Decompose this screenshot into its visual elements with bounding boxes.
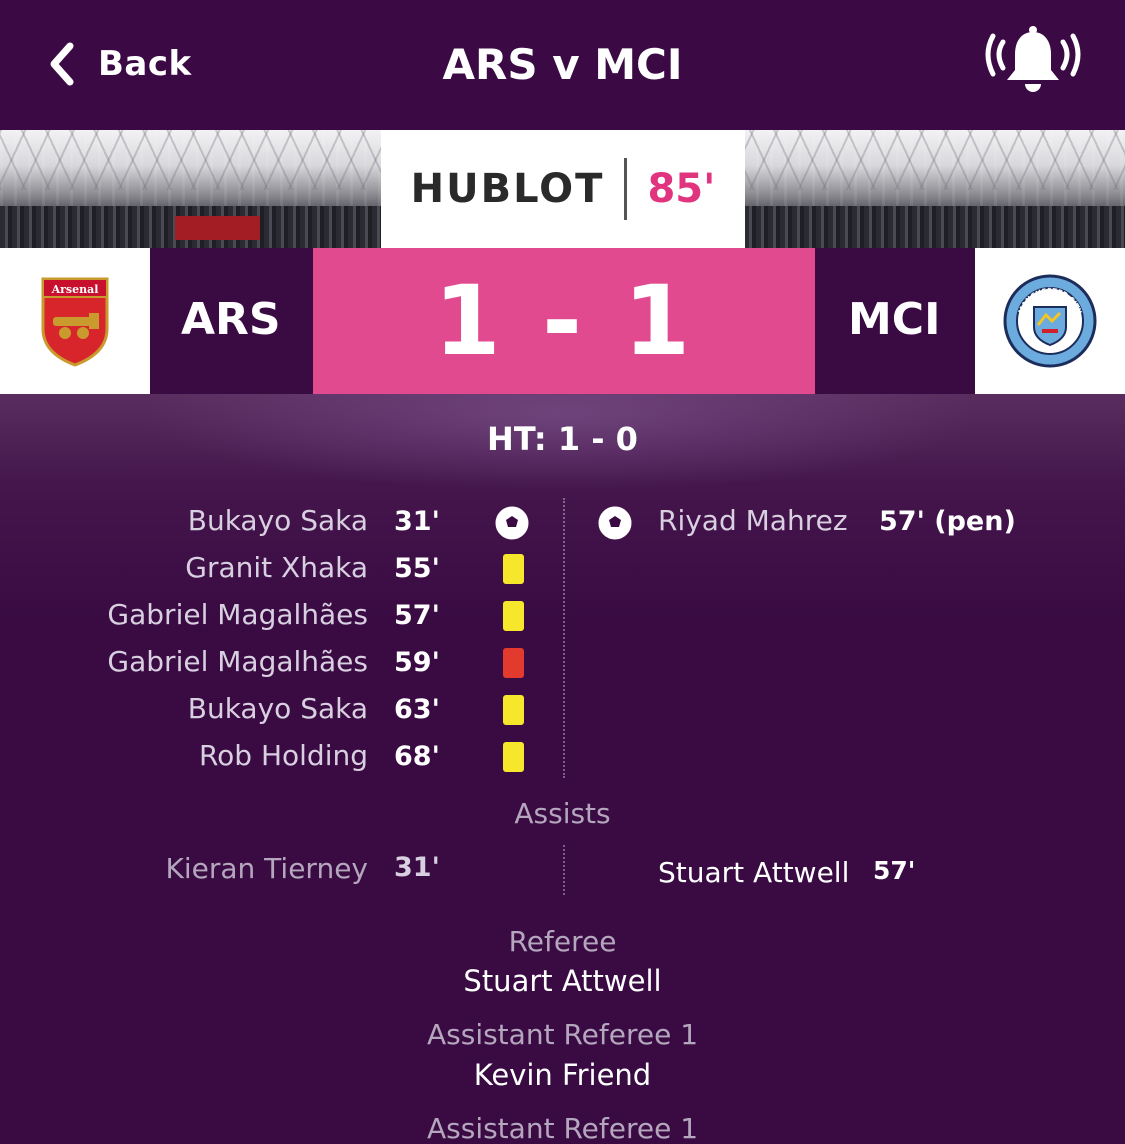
event-player-name[interactable]: Gabriel Magalhães [107,645,368,678]
yellow-card-icon [503,742,524,772]
sponsor-logo: HUBLOT [410,166,605,212]
yellow-card-icon [503,554,524,584]
event-minute: 31' [394,506,440,537]
assist-minute: 57' [873,856,916,885]
stadium-advert-board [175,216,260,240]
score-box: 1 - 1 [313,248,815,394]
bell-ringing-icon[interactable] [985,22,1081,102]
divider [624,158,628,220]
match-clock: 85' [647,166,716,212]
assists-heading: Assists [514,797,611,830]
match-clock-panel: HUBLOT 85' [381,130,745,248]
event-player-name[interactable]: Bukayo Saka [188,692,368,725]
yellow-card-icon [503,695,524,725]
page-title: ARS v MCI [442,40,683,89]
red-card-icon [503,648,524,678]
event-minute: 59' [394,647,440,678]
event-player-name[interactable]: Granit Xhaka [185,551,368,584]
event-minute: 55' [394,553,440,584]
assist-player-name[interactable]: Stuart Attwell [658,856,849,889]
referee-label: Referee [508,925,617,958]
top-bar: Back ARS v MCI [0,0,1125,130]
event-player-name[interactable]: Bukayo Saka [188,504,368,537]
event-player-name[interactable]: Rob Holding [199,739,368,772]
referee-name: Stuart Attwell [463,964,662,998]
football-icon [598,506,632,540]
away-team-crest[interactable]: MANCHESTER CITY [975,248,1125,394]
event-minute: 57' [394,600,440,631]
home-team-code[interactable]: ARS [181,294,281,345]
event-minute: 57' (pen) [879,506,1016,537]
event-minute: 63' [394,694,440,725]
away-team-code[interactable]: MCI [848,294,940,345]
assists-divider [563,845,565,895]
man-city-crest-icon: MANCHESTER CITY [1003,274,1097,368]
score: 1 - 1 [433,265,695,377]
events-divider [563,498,565,778]
home-team-crest[interactable]: Arsenal [0,248,150,394]
assist-player-name[interactable]: Kieran Tierney [166,852,369,885]
arsenal-crest-icon: Arsenal [41,277,109,367]
event-minute: 68' [394,741,440,772]
event-player-name[interactable]: Riyad Mahrez [658,504,848,537]
assist-minute: 31' [394,852,440,883]
assistant-referee-label: Assistant Referee 1 [426,1112,699,1144]
halftime-score: HT: 1 - 0 [487,420,638,458]
svg-text:Arsenal: Arsenal [51,283,99,296]
assistant-referee-label: Assistant Referee 1 [426,1018,699,1051]
yellow-card-icon [503,601,524,631]
event-player-name[interactable]: Gabriel Magalhães [107,598,368,631]
assistant-referee-name: Kevin Friend [473,1058,652,1092]
football-icon [495,506,529,540]
